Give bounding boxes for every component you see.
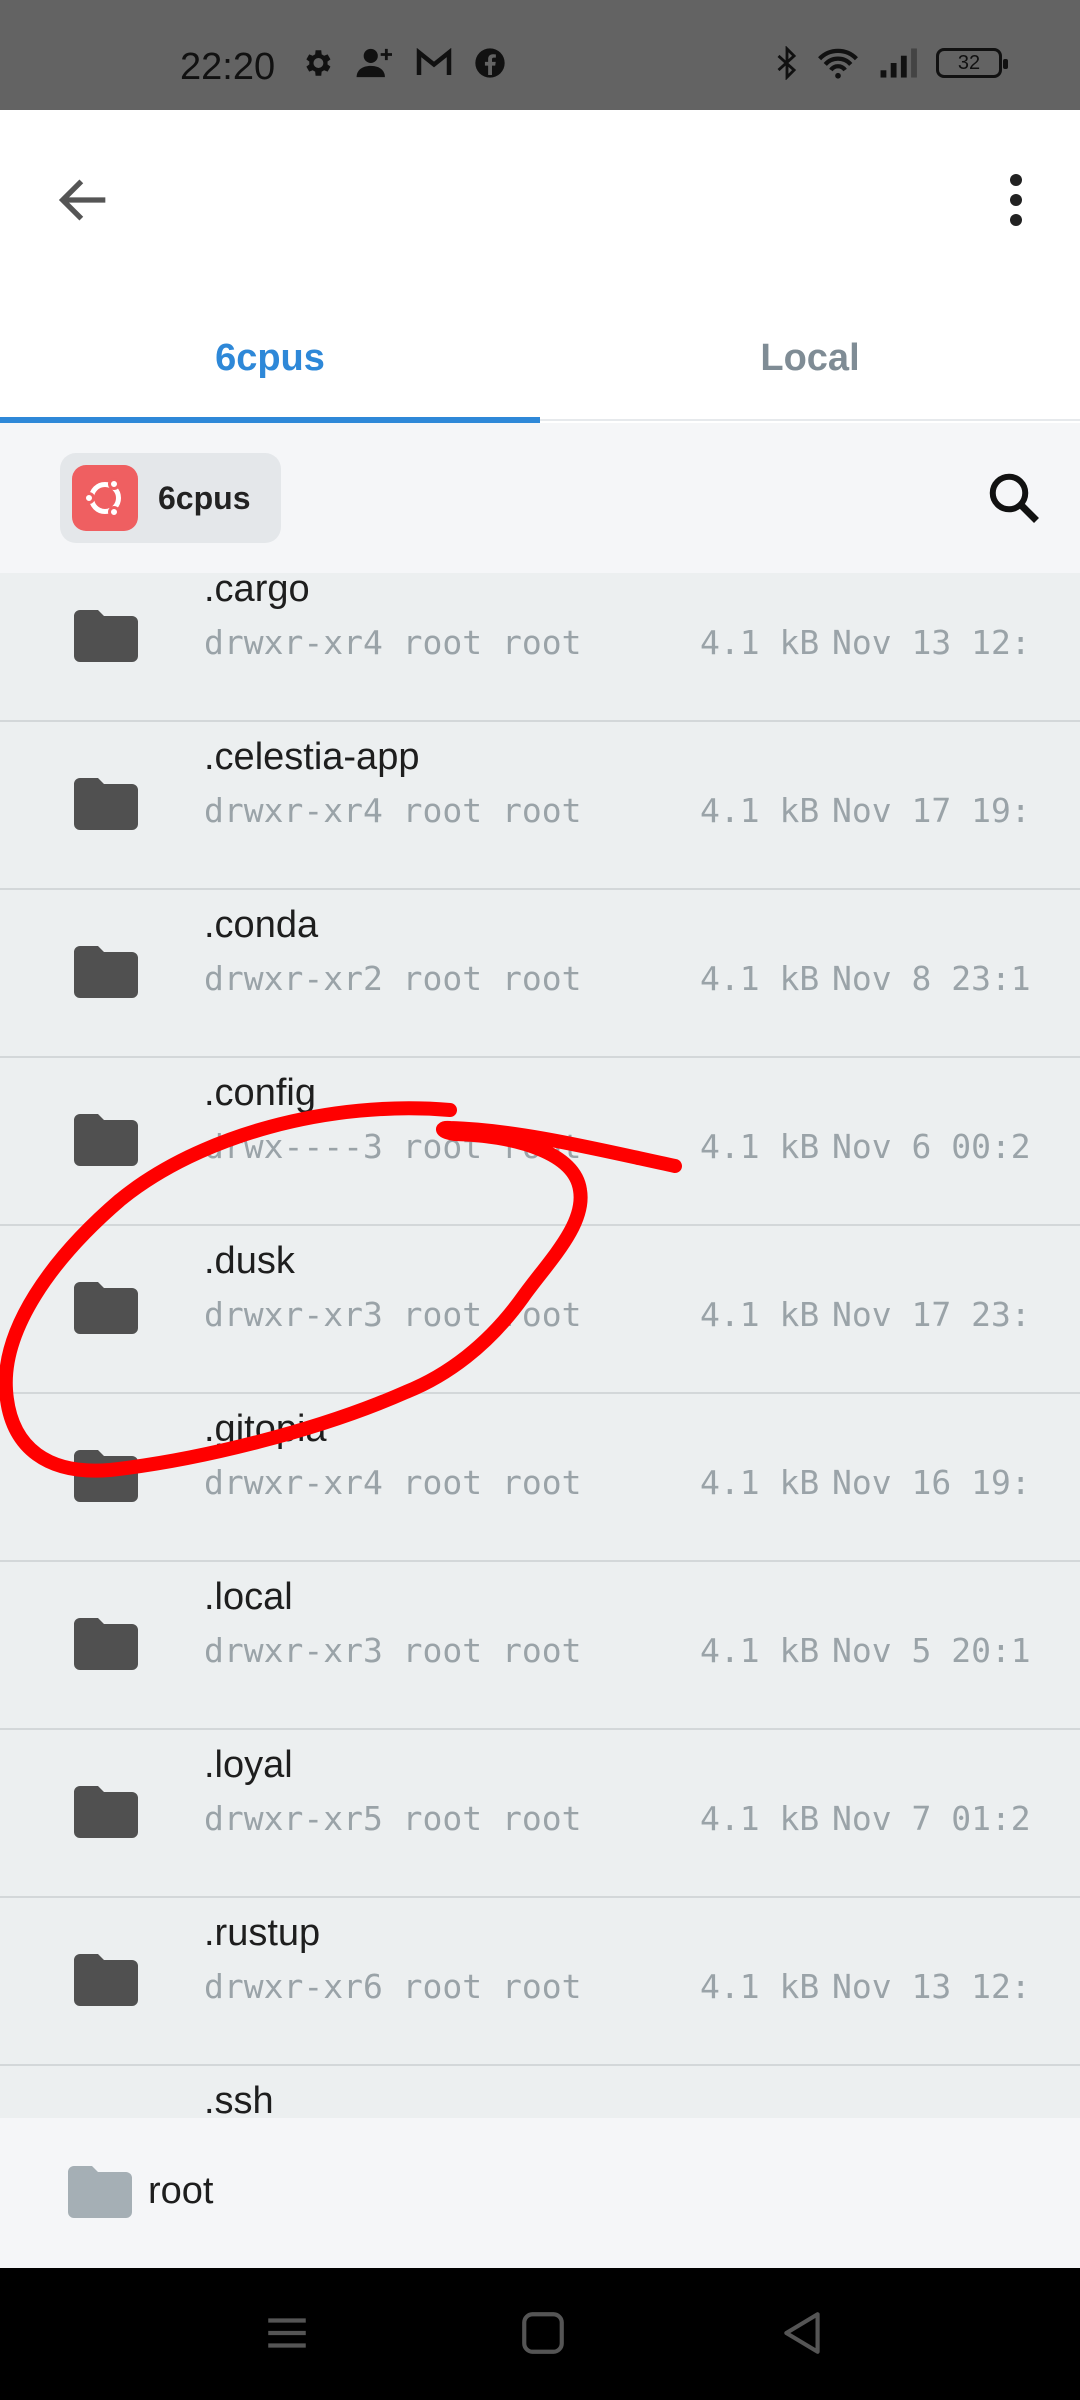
file-size: 4.1 kB xyxy=(700,1463,820,1502)
file-row[interactable]: .ssh xyxy=(0,2066,1080,2118)
ubuntu-logo-icon xyxy=(72,465,138,531)
arrow-back-icon[interactable] xyxy=(52,168,116,232)
file-size: 4.1 kB xyxy=(700,959,820,998)
more-dot xyxy=(1010,214,1022,226)
more-dot xyxy=(1010,174,1022,186)
tab-local[interactable]: Local xyxy=(540,295,1080,421)
file-size: 4.1 kB xyxy=(700,1967,820,2006)
status-time: 22:20 xyxy=(180,46,276,88)
signal-icon xyxy=(880,48,917,78)
person-add-icon xyxy=(356,48,392,78)
file-perms: drwxr-xr3 root root xyxy=(204,1295,582,1334)
file-size: 4.1 kB xyxy=(700,1799,820,1838)
file-perms: drwxr-xr4 root root xyxy=(204,623,582,662)
file-row[interactable]: .cargo drwxr-xr4 root root 4.1 kB Nov 13… xyxy=(0,573,1080,722)
file-name: .config xyxy=(204,1072,316,1114)
file-date: Nov 17 23: xyxy=(832,1295,1031,1334)
folder-icon xyxy=(74,610,138,662)
file-name: .loyal xyxy=(204,1744,293,1786)
gear-icon xyxy=(306,50,331,76)
file-name: .ssh xyxy=(204,2080,274,2118)
file-size: 4.1 kB xyxy=(700,1631,820,1670)
app-bar xyxy=(0,110,1080,295)
file-name: .dusk xyxy=(204,1240,295,1282)
file-perms: drwx----3 root root xyxy=(204,1127,582,1166)
back-triangle-icon[interactable] xyxy=(778,2308,828,2358)
file-name: .conda xyxy=(204,904,319,946)
file-date: Nov 16 19: xyxy=(832,1463,1031,1502)
file-row[interactable]: .rustup drwxr-xr6 root root 4.1 kB Nov 1… xyxy=(0,1898,1080,2066)
file-date: Nov 13 12: xyxy=(832,1967,1031,2006)
file-size: 4.1 kB xyxy=(700,1127,820,1166)
folder-icon xyxy=(74,1450,138,1502)
wifi-icon xyxy=(818,48,858,79)
folder-icon xyxy=(74,778,138,830)
search-icon[interactable] xyxy=(984,468,1044,528)
file-perms: drwxr-xr3 root root xyxy=(204,1631,582,1670)
battery-icon: 32 xyxy=(936,48,1008,78)
file-date: Nov 7 01:2 xyxy=(832,1799,1031,1838)
server-chip[interactable]: 6cpus xyxy=(60,453,281,543)
gmail-icon xyxy=(416,48,452,75)
file-size: 4.1 kB xyxy=(700,623,820,662)
file-row[interactable]: .config drwx----3 root root 4.1 kB Nov 6… xyxy=(0,1058,1080,1226)
file-row[interactable]: .gitopia drwxr-xr4 root root 4.1 kB Nov … xyxy=(0,1394,1080,1562)
file-perms: drwxr-xr4 root root xyxy=(204,1463,582,1502)
file-name: .celestia-app xyxy=(204,736,420,778)
more-vert-icon[interactable] xyxy=(1000,168,1032,232)
tab-bar: 6cpus Local xyxy=(0,295,1080,423)
file-name: .rustup xyxy=(204,1912,321,1954)
file-perms: drwxr-xr4 root root xyxy=(204,791,582,830)
file-perms: drwxr-xr6 root root xyxy=(204,1967,582,2006)
status-bar: 22:20 32 xyxy=(0,0,1080,110)
file-row[interactable]: .conda drwxr-xr2 root root 4.1 kB Nov 8 … xyxy=(0,890,1080,1058)
status-icons-right: 32 xyxy=(776,46,1008,80)
path-label[interactable]: root xyxy=(148,2170,213,2213)
folder-icon xyxy=(74,1618,138,1670)
file-row[interactable]: .local drwxr-xr3 root root 4.1 kB Nov 5 … xyxy=(0,1562,1080,1730)
file-perms: drwxr-xr2 root root xyxy=(204,959,582,998)
more-dot xyxy=(1010,194,1022,206)
folder-icon xyxy=(74,1114,138,1166)
file-list: .cargo drwxr-xr4 root root 4.1 kB Nov 13… xyxy=(0,573,1080,2118)
file-row[interactable]: .dusk drwxr-xr3 root root 4.1 kB Nov 17 … xyxy=(0,1226,1080,1394)
folder-icon xyxy=(74,946,138,998)
path-bar: root xyxy=(0,2118,1080,2268)
folder-icon xyxy=(74,1786,138,1838)
file-size: 4.1 kB xyxy=(700,1295,820,1334)
server-bar: 6cpus xyxy=(0,423,1080,573)
folder-icon[interactable] xyxy=(68,2166,132,2218)
folder-icon xyxy=(74,1282,138,1334)
file-date: Nov 6 00:2 xyxy=(832,1127,1031,1166)
status-icons-left xyxy=(300,46,506,80)
file-name: .gitopia xyxy=(204,1408,327,1450)
file-row[interactable]: .celestia-app drwxr-xr4 root root 4.1 kB… xyxy=(0,722,1080,890)
file-date: Nov 8 23:1 xyxy=(832,959,1031,998)
bluetooth-icon xyxy=(777,46,797,80)
file-name: .cargo xyxy=(204,573,310,610)
file-name: .local xyxy=(204,1576,293,1618)
facebook-icon xyxy=(475,48,505,78)
file-date: Nov 17 19: xyxy=(832,791,1031,830)
file-row[interactable]: .loyal drwxr-xr5 root root 4.1 kB Nov 7 … xyxy=(0,1730,1080,1898)
file-size: 4.1 kB xyxy=(700,791,820,830)
folder-icon xyxy=(74,1954,138,2006)
file-perms: drwxr-xr5 root root xyxy=(204,1799,582,1838)
menu-icon[interactable] xyxy=(262,2308,312,2358)
home-icon[interactable] xyxy=(518,2308,568,2358)
server-name: 6cpus xyxy=(158,479,251,516)
file-date: Nov 5 20:1 xyxy=(832,1631,1031,1670)
system-nav-bar xyxy=(0,2268,1080,2400)
tab-6cpus[interactable]: 6cpus xyxy=(0,295,540,423)
file-date: Nov 13 12: xyxy=(832,623,1031,662)
